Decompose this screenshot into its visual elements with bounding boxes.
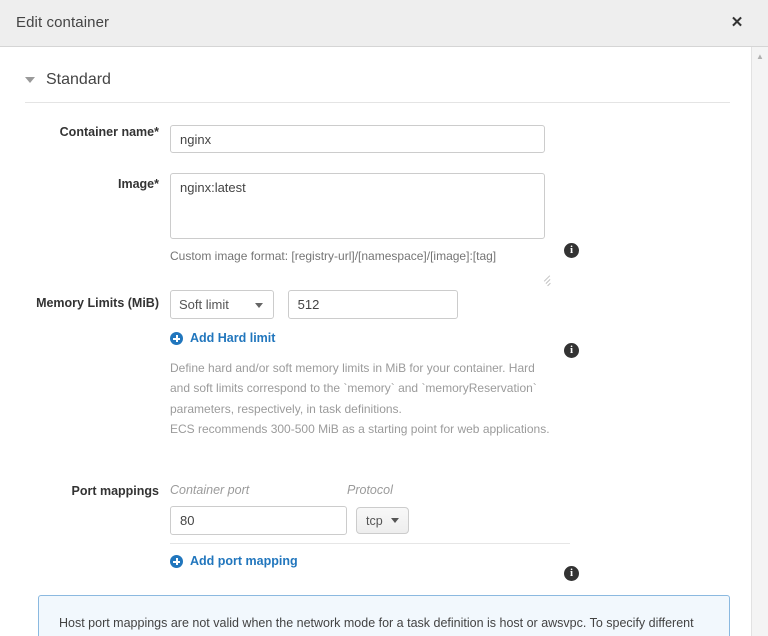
protocol-value: tcp bbox=[366, 513, 383, 528]
container-name-label: Container name* bbox=[59, 125, 159, 139]
section-header[interactable]: Standard bbox=[0, 67, 768, 93]
image-textarea[interactable]: nginx:latest bbox=[170, 173, 545, 239]
textarea-resize-grip[interactable] bbox=[541, 275, 551, 288]
memory-limit-type-select[interactable]: Soft limit bbox=[170, 290, 274, 319]
section-divider bbox=[25, 102, 730, 103]
page-title: Edit container bbox=[16, 14, 110, 31]
modal-header: Edit container ✕ bbox=[0, 0, 768, 47]
chevron-down-icon[interactable] bbox=[25, 77, 35, 83]
add-port-mapping-link[interactable]: Add port mapping bbox=[170, 554, 298, 568]
info-alert-text: Host port mappings are not valid when th… bbox=[59, 615, 694, 630]
field-row-port-mappings: Port mappings Container port Protocol tc… bbox=[0, 483, 768, 571]
protocol-dropdown-button[interactable]: tcp bbox=[356, 507, 409, 534]
memory-limit-value-input[interactable] bbox=[287, 290, 458, 319]
modal-body: ▲ Standard Container name* i Image* ngin… bbox=[0, 47, 768, 636]
image-helper-text: Custom image format: [registry-url]/[nam… bbox=[170, 249, 497, 263]
close-icon[interactable]: ✕ bbox=[728, 14, 746, 32]
field-row-memory-limits: Memory Limits (MiB) Soft limit Add Hard … bbox=[0, 290, 768, 581]
container-port-column-header: Container port bbox=[170, 483, 250, 497]
memory-limit-type-select-wrap[interactable]: Soft limit bbox=[170, 290, 274, 319]
add-hard-limit-link[interactable]: Add Hard limit bbox=[170, 331, 275, 345]
plus-circle-icon bbox=[170, 331, 183, 345]
field-row-image: Image* nginx:latest Custom image format:… bbox=[0, 173, 768, 358]
chevron-down-icon-protocol bbox=[390, 518, 399, 523]
image-label: Image* bbox=[118, 177, 159, 191]
plus-circle-icon bbox=[170, 554, 183, 568]
memory-limits-label: Memory Limits (MiB) bbox=[36, 296, 159, 310]
container-port-input[interactable] bbox=[170, 506, 347, 535]
table-row: tcp bbox=[170, 506, 768, 535]
port-mapping-row-divider bbox=[170, 543, 570, 544]
port-mappings-header-row: Container port Protocol bbox=[170, 483, 768, 497]
memory-limits-helper-2: ECS recommends 300-500 MiB as a starting… bbox=[170, 422, 550, 437]
section-title: Standard bbox=[46, 71, 111, 88]
container-name-input[interactable] bbox=[170, 125, 545, 153]
info-alert: Host port mappings are not valid when th… bbox=[38, 594, 730, 636]
add-hard-limit-label: Add Hard limit bbox=[190, 331, 276, 345]
scroll-up-arrow-icon[interactable]: ▲ bbox=[752, 49, 768, 65]
field-row-container-name: Container name* i bbox=[0, 125, 768, 258]
memory-limits-helper-1: Define hard and/or soft memory limits in… bbox=[170, 360, 537, 416]
protocol-column-header: Protocol bbox=[347, 483, 393, 497]
standard-section: Standard Container name* i Image* nginx:… bbox=[0, 47, 768, 636]
port-mappings-label: Port mappings bbox=[71, 484, 159, 498]
add-port-mapping-label: Add port mapping bbox=[190, 554, 298, 568]
